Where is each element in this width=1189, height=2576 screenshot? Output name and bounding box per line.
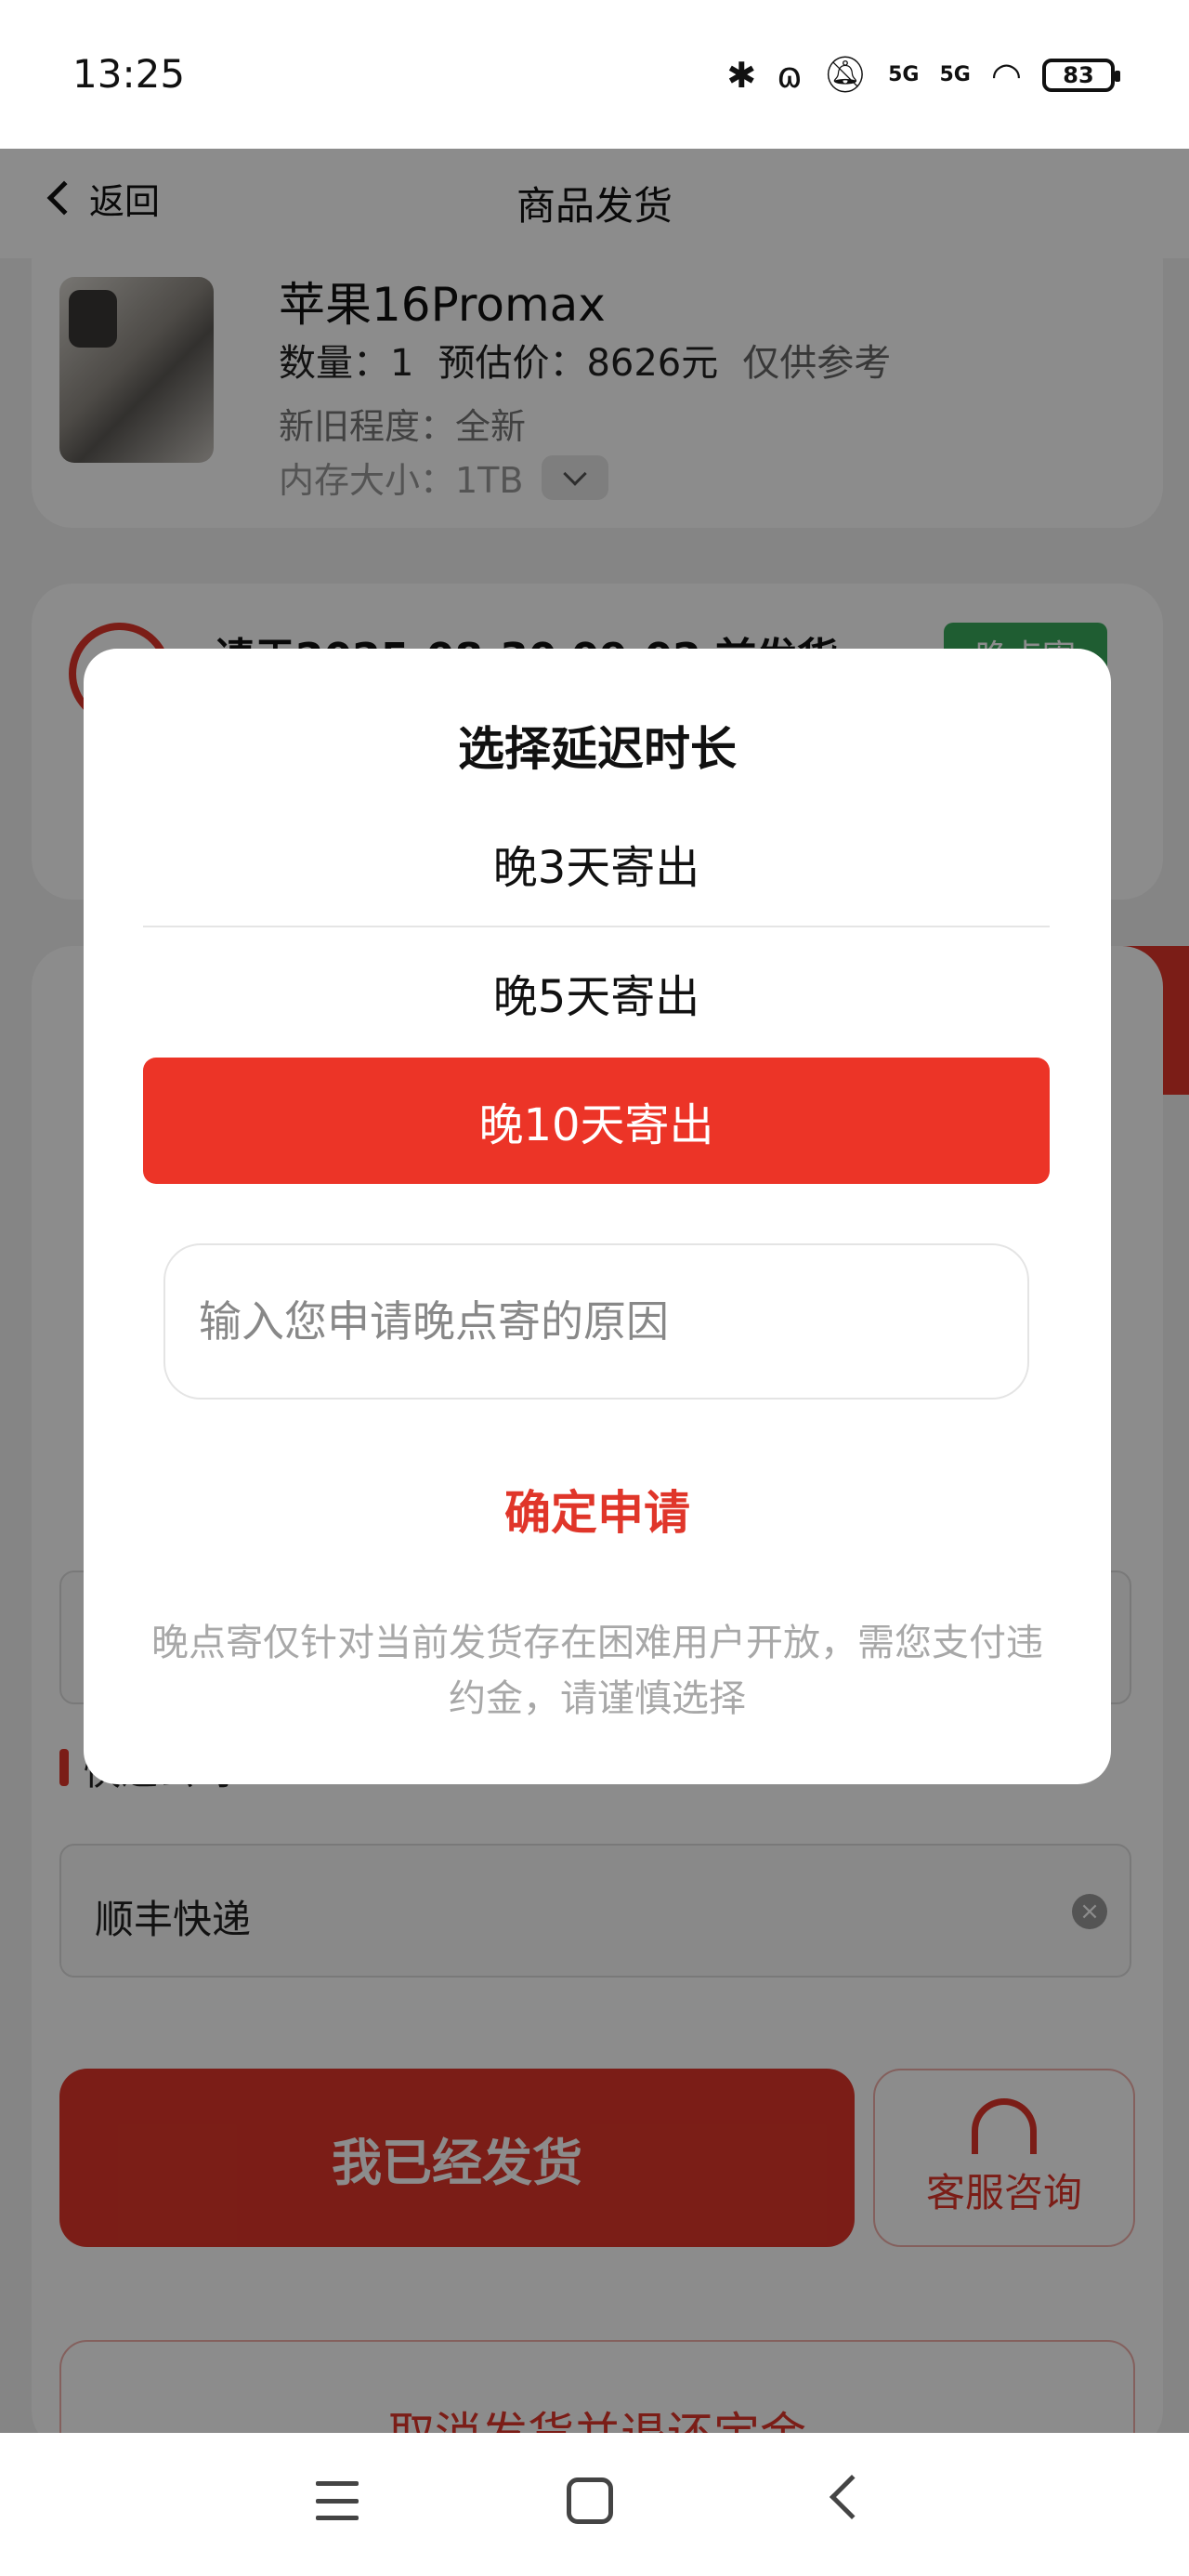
signal-5g-icon: 5G	[939, 63, 971, 86]
battery-icon: 83	[1042, 58, 1120, 92]
wifi-icon: ◠	[990, 54, 1022, 96]
reason-input[interactable]	[163, 1243, 1029, 1400]
signal-5g-icon: 5G	[888, 63, 920, 86]
home-icon[interactable]	[567, 2477, 613, 2524]
option-10-days-selected[interactable]: 晚10天寄出	[143, 1058, 1050, 1184]
option-3-days[interactable]: 晚3天寄出	[143, 801, 1050, 927]
dialog-note: 晚点寄仅针对当前发货存在困难用户开放，需您支付违约金，请谨慎选择	[151, 1622, 1043, 1720]
earbuds-icon: ɷ	[777, 54, 803, 96]
menu-icon[interactable]	[316, 2481, 359, 2520]
status-bar: 13:25 ✱ ɷ 🔕︎ 5G 5G ◠ 83	[0, 0, 1189, 149]
back-icon[interactable]	[829, 2474, 875, 2520]
system-nav-bar	[0, 2433, 1189, 2576]
delay-dialog: 选择延迟时长 晚3天寄出 晚5天寄出 晚10天寄出 确定申请 晚点寄仅针对当前发…	[84, 649, 1111, 1784]
status-time: 13:25	[72, 51, 186, 97]
confirm-apply-button[interactable]: 确定申请	[84, 1476, 1111, 1543]
status-icons: ✱ ɷ 🔕︎ 5G 5G ◠ 83	[726, 54, 1120, 96]
bluetooth-icon: ✱	[726, 54, 757, 96]
dialog-title: 选择延迟时长	[458, 722, 737, 776]
mute-bell-icon: 🔕︎	[822, 54, 869, 95]
option-5-days[interactable]: 晚5天寄出	[143, 929, 1050, 1056]
